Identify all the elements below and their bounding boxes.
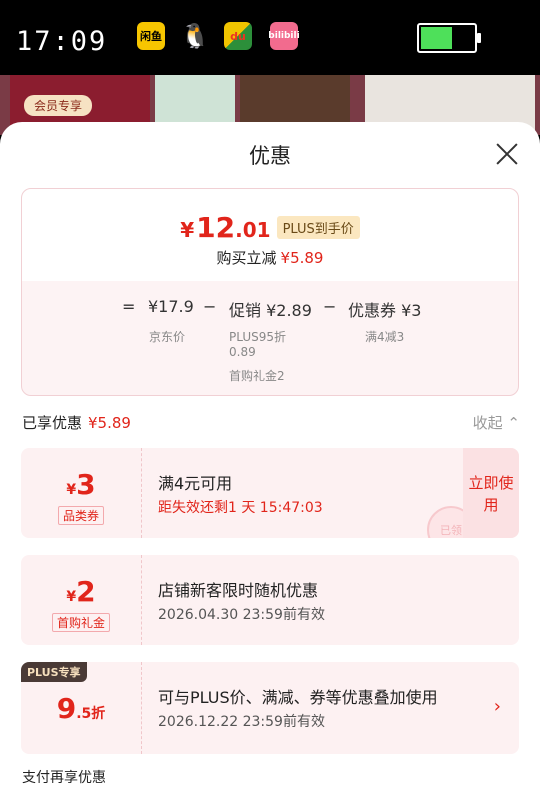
coupon-title: 可与PLUS价、满减、券等优惠叠加使用 (158, 688, 438, 707)
clock: 17:09 (16, 26, 108, 57)
xianyu-app-icon: 闲鱼 (137, 22, 165, 50)
coupon-type-badge: 品类券 (57, 506, 105, 525)
plus-discount-card[interactable]: PLUS专享 9.5折 可与PLUS价、满减、券等优惠叠加使用 2026.12.… (21, 662, 519, 754)
enjoyed-label: 已享优惠 (22, 414, 83, 432)
battery-level (421, 27, 453, 49)
promo-note: 0.89 (229, 345, 256, 359)
collapse-button[interactable]: 收起 ⌃ (473, 412, 520, 433)
discount-sheet: 优惠 ¥12.01 PLUS到手价 购买立减 ¥5.89 = ¥17.9 − 促销… (0, 122, 540, 792)
jd-price: ¥17.9 (148, 297, 194, 316)
coupon-amount: ¥2 (66, 575, 96, 608)
instant-value: ¥5.89 (280, 249, 324, 267)
price-summary-card: ¥12.01 PLUS到手价 购买立减 ¥5.89 = ¥17.9 − 促销 ¥2… (21, 188, 519, 396)
dashed-divider (141, 662, 142, 754)
promo-note: 首购礼金2 (229, 369, 285, 383)
promo-amount: 促销 ¥2.89 (229, 301, 312, 320)
jd-price-label: 京东价 (149, 330, 186, 344)
coupon-title: 满4元可用 (158, 474, 233, 493)
final-price: ¥12.01 (180, 211, 271, 244)
discount-rate: 9.5折 (56, 692, 106, 725)
qq-app-icon: 🐧 (180, 22, 210, 50)
dashed-divider (141, 555, 142, 645)
bilibili-app-icon: bilibili (268, 22, 300, 50)
dashed-divider (141, 448, 142, 538)
collapse-label: 收起 (472, 414, 503, 432)
dewu-app-icon: du (224, 22, 252, 50)
chevron-right-icon[interactable]: › (494, 696, 501, 717)
coupon-validity: 2026.04.30 23:59前有效 (158, 607, 325, 623)
use-now-button[interactable]: 立即使用 (463, 448, 519, 538)
final-price-row: ¥12.01 PLUS到手价 (22, 211, 518, 244)
coupon-type-badge: 首购礼金 (51, 613, 111, 632)
coupon-note: 满4减3 (365, 330, 405, 344)
coupon-countdown: 距失效还剩1 天 15:47:03 (158, 500, 323, 516)
coupon-value: ¥2 首购礼金 (21, 555, 141, 645)
coupon-amount: ¥3 (66, 468, 96, 501)
minus-sign: − (203, 297, 217, 316)
enjoyed-value: ¥5.89 (88, 414, 131, 432)
close-icon[interactable] (493, 140, 521, 168)
coupon-value: ¥3 品类券 (21, 448, 141, 538)
member-tag: 会员专享 (24, 95, 93, 116)
promo-note: PLUS95折 (229, 330, 286, 344)
coupon-amount: 优惠券 ¥3 (348, 301, 422, 320)
enjoyed-discount: 已享优惠 ¥5.89 (22, 412, 131, 433)
coupon-card[interactable]: ¥3 品类券 满4元可用 距失效还剩1 天 15:47:03 已领 立即使用 (21, 448, 519, 538)
battery-icon (417, 23, 481, 53)
pay-more-discount-heading: 支付再享优惠 (22, 770, 106, 786)
instant-label: 购买立减 (216, 249, 277, 267)
coupon-validity: 2026.12.22 23:59前有效 (158, 714, 325, 730)
instant-discount-row: 购买立减 ¥5.89 (22, 247, 518, 268)
coupon-title: 店铺新客限时随机优惠 (158, 581, 319, 600)
chevron-up-icon: ⌃ (507, 414, 520, 432)
minus-sign: − (323, 297, 337, 316)
coupon-value: 9.5折 (21, 662, 141, 754)
status-bar: 17:09 闲鱼 🐧 du bilibili (0, 0, 540, 75)
coupon-card: ¥2 首购礼金 店铺新客限时随机优惠 2026.04.30 23:59前有效 (21, 555, 519, 645)
plus-price-tag: PLUS到手价 (276, 216, 360, 239)
sheet-title: 优惠 (249, 144, 291, 168)
equals-sign: = (122, 297, 136, 316)
